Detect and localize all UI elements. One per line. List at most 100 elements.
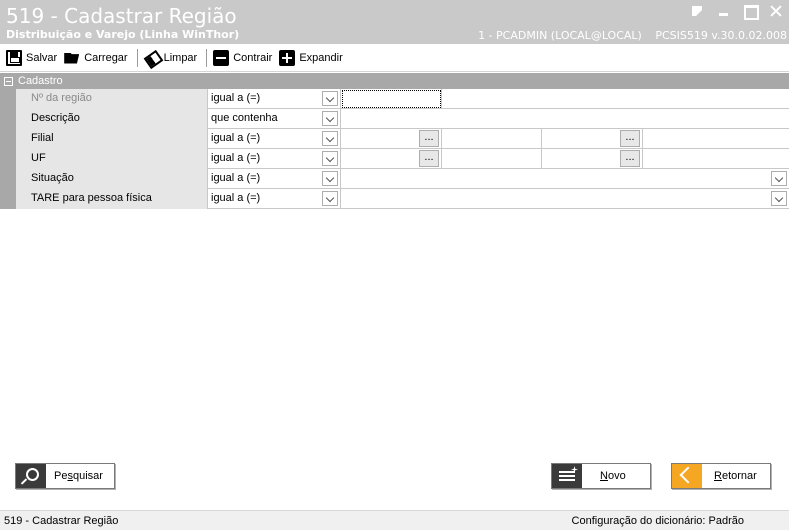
value-input-to[interactable]: ... xyxy=(542,129,643,149)
operator-select[interactable]: igual a (=) xyxy=(208,189,341,209)
toolbar-separator xyxy=(136,48,138,67)
lookup-button[interactable]: ... xyxy=(620,150,640,167)
value-input-to-desc xyxy=(643,129,789,149)
return-button[interactable]: Retornar xyxy=(671,463,771,489)
new-label: Novo xyxy=(600,470,626,482)
user-info: 1 - PCADMIN (LOCAL@LOCAL) xyxy=(478,29,642,42)
window-controls xyxy=(691,4,783,20)
operator-select[interactable]: que contenha xyxy=(208,109,341,129)
lookup-button[interactable]: ... xyxy=(419,130,439,147)
eraser-icon xyxy=(144,50,160,66)
value-input-to-desc xyxy=(643,149,789,169)
operator-select[interactable]: igual a (=) xyxy=(208,169,341,189)
plus-icon xyxy=(279,49,296,66)
focus-indicator xyxy=(342,90,441,108)
arrow-back-icon xyxy=(672,464,702,488)
section-title: Cadastro xyxy=(18,75,63,87)
load-button[interactable]: Carregar xyxy=(62,47,132,69)
row-gutter xyxy=(0,129,16,149)
toolbar: Salvar Carregar Limpar Contrair Expandir xyxy=(0,44,789,72)
lookup-button[interactable]: ... xyxy=(620,130,640,147)
lookup-button[interactable]: ... xyxy=(419,150,439,167)
filter-label: Filial xyxy=(16,129,208,149)
minus-icon xyxy=(213,49,230,66)
window-subtitle: Distribuição e Varejo (Linha WinThor) xyxy=(6,28,240,41)
value-input-to[interactable]: ... xyxy=(542,149,643,169)
status-bar: 519 - Cadastrar Região Configuração do d… xyxy=(0,510,789,530)
row-gutter xyxy=(0,109,16,129)
expand-label: Expandir xyxy=(299,51,343,64)
operator-value: igual a (=) xyxy=(211,172,261,184)
filter-row-branch: Filial igual a (=) ... ... xyxy=(0,129,789,149)
new-label-part: ovo xyxy=(607,470,626,482)
operator-value: igual a (=) xyxy=(211,92,261,104)
new-button[interactable]: Novo xyxy=(551,463,651,489)
chevron-down-icon[interactable] xyxy=(771,171,787,186)
chevron-down-icon[interactable] xyxy=(322,131,338,146)
expand-button[interactable]: Expandir xyxy=(277,47,347,69)
filter-row-state: UF igual a (=) ... ... xyxy=(0,149,789,169)
filter-row-tare: TARE para pessoa física igual a (=) xyxy=(0,189,789,209)
close-icon[interactable] xyxy=(769,4,783,18)
save-label: Salvar xyxy=(26,51,58,64)
toolbar-separator xyxy=(206,48,208,67)
chevron-down-icon[interactable] xyxy=(771,191,787,206)
row-gutter xyxy=(0,189,16,209)
floppy-disk-icon xyxy=(6,49,22,66)
collapse-icon[interactable] xyxy=(4,76,13,86)
return-label-part: etornar xyxy=(721,470,757,482)
value-input[interactable] xyxy=(342,109,789,129)
search-label-part: Pe xyxy=(54,470,68,482)
operator-value: igual a (=) xyxy=(211,132,261,144)
window-title: 519 - Cadastrar Região xyxy=(6,4,237,28)
chevron-down-icon[interactable] xyxy=(322,171,338,186)
status-right: Configuração do dicionário: Padrão xyxy=(571,514,744,527)
operator-value: igual a (=) xyxy=(211,152,261,164)
chevron-down-icon[interactable] xyxy=(322,151,338,166)
filter-label: Descrição xyxy=(16,109,208,129)
row-gutter xyxy=(0,89,16,109)
collapse-label: Contrair xyxy=(233,51,273,64)
system-info: 1 - PCADMIN (LOCAL@LOCAL) PCSIS519 v.30.… xyxy=(468,29,787,42)
chevron-down-icon[interactable] xyxy=(322,191,338,206)
value-input-from[interactable]: ... xyxy=(342,129,442,149)
filter-row-status: Situação igual a (=) xyxy=(0,169,789,189)
load-label: Carregar xyxy=(84,51,128,64)
filter-row-region-number: Nº da região igual a (=) xyxy=(0,89,789,109)
operator-value: que contenha xyxy=(211,112,278,124)
value-input-from[interactable]: ... xyxy=(342,149,442,169)
chevron-down-icon[interactable] xyxy=(322,91,338,106)
operator-select[interactable]: igual a (=) xyxy=(208,129,341,149)
title-bar: 519 - Cadastrar Região Distribuição e Va… xyxy=(0,0,789,44)
folder-open-icon xyxy=(64,50,80,66)
value-input-from-desc xyxy=(442,129,542,149)
filter-row-description: Descrição que contenha xyxy=(0,109,789,129)
restore-icon[interactable] xyxy=(691,4,705,18)
filter-label: UF xyxy=(16,149,208,169)
filter-label: Nº da região xyxy=(16,89,208,109)
value-select[interactable] xyxy=(342,189,789,209)
operator-value: igual a (=) xyxy=(211,192,261,204)
return-label: Retornar xyxy=(714,470,757,482)
clear-label: Limpar xyxy=(163,51,198,64)
search-label: Pesquisar xyxy=(54,470,103,482)
version-info: PCSIS519 v.30.0.02.008 xyxy=(655,29,787,42)
save-button[interactable]: Salvar xyxy=(4,47,62,69)
minimize-icon[interactable] xyxy=(717,4,731,18)
magnifier-icon xyxy=(16,464,46,488)
operator-select[interactable]: igual a (=) xyxy=(208,89,341,109)
value-input-from-desc xyxy=(442,149,542,169)
new-label-accel: N xyxy=(600,470,608,482)
search-label-part: quisar xyxy=(72,470,103,482)
search-button[interactable]: Pesquisar xyxy=(15,463,115,489)
maximize-icon[interactable] xyxy=(743,4,759,20)
section-header-cadastro[interactable]: Cadastro xyxy=(0,73,789,89)
collapse-button[interactable]: Contrair xyxy=(211,47,277,69)
status-left: 519 - Cadastrar Região xyxy=(4,514,119,527)
value-select[interactable] xyxy=(342,169,789,189)
row-gutter xyxy=(0,169,16,189)
operator-select[interactable]: igual a (=) xyxy=(208,149,341,169)
filter-grid: Nº da região igual a (=) Descrição que c… xyxy=(0,89,789,209)
clear-button[interactable]: Limpar xyxy=(142,47,203,69)
chevron-down-icon[interactable] xyxy=(322,111,338,126)
